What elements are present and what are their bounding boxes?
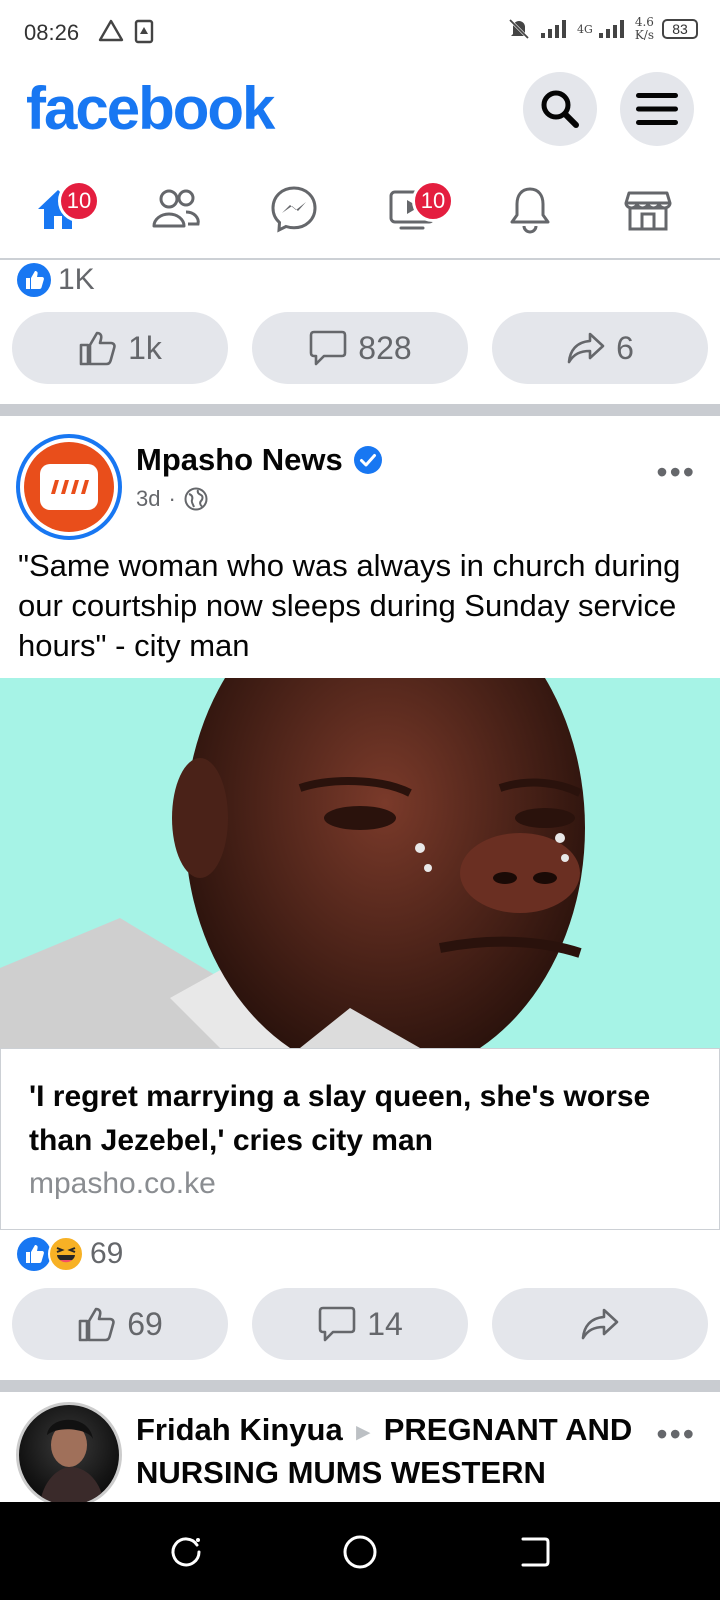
battery-indicator: 83 (662, 19, 698, 39)
tab-notifications[interactable] (490, 174, 570, 244)
tab-marketplace[interactable] (608, 174, 688, 244)
tab-messenger[interactable] (254, 174, 334, 244)
hamburger-menu-icon (636, 93, 678, 125)
post-reactions[interactable]: 69 (16, 1236, 123, 1272)
post-author[interactable]: Mpasho News (136, 442, 383, 478)
prev-post-actions: 1k 828 6 (12, 312, 708, 384)
link-domain: mpasho.co.ke (29, 1167, 216, 1200)
like-reaction-icon (17, 1237, 51, 1271)
next-post-author[interactable]: Fridah Kinyua (136, 1412, 343, 1447)
prev-post-reactions[interactable]: 1K (16, 262, 95, 298)
avatar[interactable] (16, 434, 122, 540)
comment-icon (309, 330, 347, 366)
net-speed: 4.6 K/s (635, 16, 654, 42)
thumbs-up-icon (78, 1307, 115, 1342)
tab-friends[interactable] (136, 174, 216, 244)
share-button[interactable]: 6 (492, 312, 708, 384)
arrow-right-icon: ► (351, 1419, 376, 1446)
link-title[interactable]: 'I regret marrying a slay queen, she's w… (29, 1075, 689, 1163)
more-options-icon[interactable]: ••• (656, 1416, 696, 1453)
net-speed-unit: K/s (634, 28, 654, 42)
post-text: "Same woman who was always in church dur… (18, 548, 681, 663)
friends-icon (152, 189, 200, 228)
home-badge: 10 (58, 180, 100, 222)
android-navigation-bar (0, 1502, 720, 1600)
app-header: facebook (0, 64, 720, 164)
status-left-icons (98, 18, 154, 44)
signal-icon-2 (598, 20, 624, 38)
avatar[interactable] (16, 1402, 122, 1502)
link-preview-image[interactable] (0, 678, 720, 1048)
mute-icon (508, 18, 530, 40)
back-button[interactable] (512, 1530, 556, 1574)
post-actions: 69 14 (12, 1288, 708, 1360)
search-icon (541, 90, 579, 128)
post-time[interactable]: 3d (136, 486, 160, 512)
news-feed[interactable]: 1K 1k 828 6 Mpasho News 3d · ••• "Same w… (0, 262, 720, 1502)
comment-button[interactable]: 14 (252, 1288, 468, 1360)
mpasho-logo (24, 442, 114, 532)
like-count: 1k (128, 329, 162, 366)
next-post-title[interactable]: Fridah Kinyua ► PREGNANT AND NURSING MUM… (136, 1410, 656, 1493)
share-button[interactable] (492, 1288, 708, 1360)
home-nav-button[interactable] (338, 1530, 382, 1574)
warning-icon (98, 19, 124, 42)
comment-button[interactable]: 828 (252, 312, 468, 384)
comment-icon (318, 1306, 356, 1342)
reaction-count: 69 (90, 1237, 124, 1270)
recents-button[interactable] (164, 1530, 208, 1574)
share-icon (567, 332, 605, 364)
next-post-header: Fridah Kinyua ► PREGNANT AND NURSING MUM… (0, 1402, 720, 1502)
status-right-icons: 4G 4.6 K/s 83 (507, 16, 698, 42)
tab-home[interactable]: 10 (18, 174, 100, 244)
menu-button[interactable] (620, 72, 694, 146)
prev-reaction-count: 1K (58, 263, 95, 296)
document-icon (134, 19, 154, 44)
like-reaction-icon (17, 263, 51, 297)
verified-badge-icon (353, 446, 382, 474)
haha-reaction-icon (48, 1236, 84, 1272)
recents-icon (171, 1537, 201, 1567)
comment-count: 14 (367, 1305, 403, 1342)
post-header: Mpasho News 3d · ••• (0, 434, 720, 544)
share-icon (581, 1308, 619, 1340)
signal-icon (541, 20, 567, 38)
status-bar: 08:26 4G 4.6 K/s 83 (0, 0, 720, 64)
bell-icon (510, 187, 550, 234)
marketplace-icon (624, 191, 672, 231)
like-button[interactable]: 69 (12, 1288, 228, 1360)
home-circle-icon (343, 1535, 377, 1569)
search-button[interactable] (523, 72, 597, 146)
messenger-icon (271, 186, 317, 233)
post-meta: 3d · (136, 486, 208, 512)
share-count: 6 (616, 329, 634, 366)
globe-icon (184, 487, 208, 511)
comment-count: 828 (358, 329, 412, 366)
meta-separator: · (168, 486, 176, 511)
post-divider (0, 1380, 720, 1392)
like-button[interactable]: 1k (12, 312, 228, 384)
network-type: 4G (577, 22, 593, 36)
main-tab-bar: 10 10 (0, 164, 720, 260)
link-preview-card[interactable]: 'I regret marrying a slay queen, she's w… (0, 1048, 720, 1230)
watch-badge: 10 (412, 180, 454, 222)
more-options-icon[interactable]: ••• (656, 454, 696, 491)
status-time: 08:26 (24, 20, 80, 45)
thumbs-up-icon (79, 331, 116, 366)
back-icon (521, 1537, 550, 1567)
post-divider (0, 404, 720, 416)
facebook-logo[interactable]: facebook (26, 74, 275, 143)
crying-man-image (0, 678, 720, 1048)
tab-watch[interactable]: 10 (372, 174, 454, 244)
like-count: 69 (127, 1305, 163, 1342)
author-name[interactable]: Mpasho News (136, 442, 343, 478)
